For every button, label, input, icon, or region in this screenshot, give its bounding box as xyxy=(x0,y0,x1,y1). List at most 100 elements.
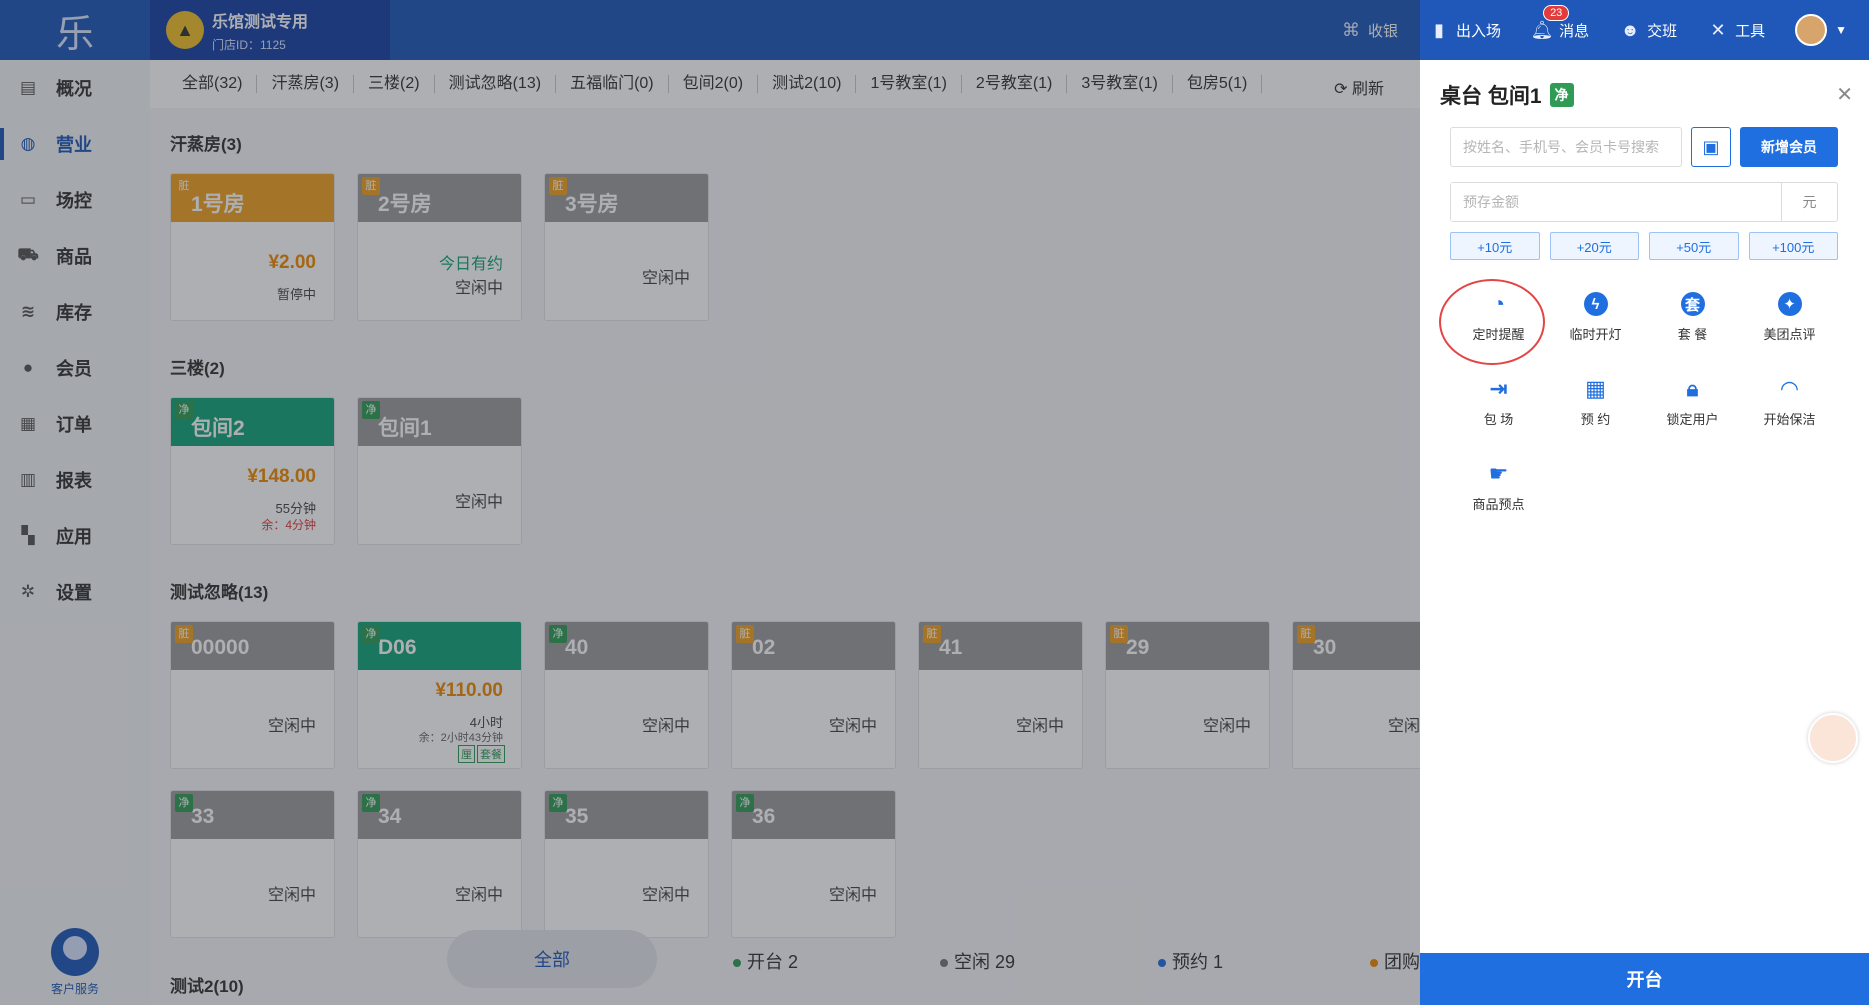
section-title: 测试忽略(13) xyxy=(170,583,269,602)
status-dot xyxy=(940,959,948,968)
panel-title: 桌台 包间1 净 xyxy=(1440,80,1574,110)
status-tag: 净 xyxy=(549,625,567,643)
table-card[interactable]: 净 36 空闲中 xyxy=(731,790,896,938)
tab-all[interactable]: 全部(32) xyxy=(168,75,258,93)
tab-room5[interactable]: 包房5(1) xyxy=(1173,75,1263,93)
table-card[interactable]: 脏 41 空闲中 xyxy=(918,621,1083,769)
table-status: 空闲中 xyxy=(1388,718,1420,735)
reservation-button[interactable]: ▦ 预 约 xyxy=(1547,375,1644,428)
temp-light-button[interactable]: ϟ 临时开灯 xyxy=(1547,290,1644,343)
assistant-avatar[interactable] xyxy=(1808,713,1858,763)
table-card[interactable]: 净 35 空闲中 xyxy=(544,790,709,938)
refresh-button[interactable]: ⟳ 刷新 xyxy=(1334,75,1384,99)
tools-button[interactable]: ✕ 工具 xyxy=(1707,19,1766,41)
status-tag: 净 xyxy=(736,794,754,812)
sidebar: ▤ 概况 ◍ 营业 ▭ 场控 ⛟ 商品 ≋ 库存 ● 会员 ▦ 订单 ▥ 报表 ▚ 应用 ✲ 设置 … xyxy=(0,60,150,1005)
sidebar-item-members[interactable]: ● 会员 xyxy=(0,340,150,396)
meituan-review-button[interactable]: ✦ 美团点评 xyxy=(1741,290,1838,343)
filter-open[interactable]: 开台 2 xyxy=(733,948,798,974)
start-cleaning-button[interactable]: ◠ 开始保洁 xyxy=(1741,375,1838,428)
tab-sauna[interactable]: 汗蒸房(3) xyxy=(257,75,355,93)
filter-idle[interactable]: 空闲 29 xyxy=(940,948,1015,974)
chevron-down-icon[interactable]: ▼ xyxy=(1835,23,1847,37)
table-name: 36 xyxy=(752,805,776,828)
table-card[interactable]: 净 D06 ¥110.00 4小时 余：2小时43分钟 厘 套餐 xyxy=(357,621,522,769)
customer-service-button[interactable]: 客户服务 xyxy=(30,928,120,997)
quick-amount-100[interactable]: +100元 xyxy=(1748,232,1838,260)
scan-card-button[interactable]: ▣ xyxy=(1691,127,1731,167)
table-status-summary: 全部 开台 2 空闲 29 预约 1 团购 xyxy=(447,930,1427,988)
table-card[interactable]: 脏 02 空闲中 xyxy=(731,621,896,769)
member-search-input[interactable] xyxy=(1450,127,1682,167)
table-name: 29 xyxy=(1126,636,1150,659)
table-card[interactable]: 脏 29 空闲中 xyxy=(1105,621,1270,769)
status-tag: 净 xyxy=(362,401,380,419)
tab-room2[interactable]: 包间2(0) xyxy=(669,75,759,93)
shift-handover-button[interactable]: ☻ 交班 xyxy=(1619,19,1678,41)
table-name: 2号房 xyxy=(378,193,432,216)
sidebar-item-orders[interactable]: ▦ 订单 xyxy=(0,396,150,452)
table-card[interactable]: 脏 1号房 ¥2.00 暂停中 xyxy=(170,173,335,321)
sidebar-item-reports[interactable]: ▥ 报表 xyxy=(0,452,150,508)
tab-classroom3[interactable]: 3号教室(1) xyxy=(1067,75,1173,93)
filter-group[interactable]: 团购 xyxy=(1370,948,1420,974)
amount-unit: 元 xyxy=(1781,183,1837,221)
lock-user-button[interactable]: 🔒︎ 锁定用户 xyxy=(1644,375,1741,428)
close-icon[interactable]: ✕ xyxy=(1836,82,1853,107)
table-card[interactable]: 净 33 空闲中 xyxy=(170,790,335,938)
tab-classroom2[interactable]: 2号教室(1) xyxy=(962,75,1068,93)
table-card[interactable]: 脏30 空闲中 xyxy=(1292,621,1420,769)
package-button[interactable]: 套套 餐 xyxy=(1644,290,1741,343)
card-reader-icon: ▣ xyxy=(1702,136,1720,157)
section-title: 三楼(2) xyxy=(170,359,225,378)
table-card[interactable]: 净 40 空闲中 xyxy=(544,621,709,769)
store-selector[interactable]: ▲ 乐馆测试专用 门店ID：1125 xyxy=(150,0,390,60)
door-icon: ▮ xyxy=(1434,19,1444,40)
status-tag: 净 xyxy=(175,794,193,812)
table-status: 空闲中 xyxy=(1202,718,1251,735)
open-table-button[interactable]: 开台 xyxy=(1420,953,1869,1005)
tab-test-ignore[interactable]: 测试忽略(13) xyxy=(435,75,557,93)
prepaid-amount-input[interactable] xyxy=(1451,183,1781,221)
new-member-button[interactable]: 新增会员 xyxy=(1740,127,1838,167)
product-preorder-button[interactable]: ☛ 商品预点 xyxy=(1450,460,1547,513)
table-card[interactable]: 净 34 空闲中 xyxy=(357,790,522,938)
status-dot xyxy=(1158,959,1166,968)
sidebar-item-settings[interactable]: ✲ 设置 xyxy=(0,564,150,620)
tab-test2[interactable]: 测试2(10) xyxy=(758,75,857,93)
sidebar-item-inventory[interactable]: ≋ 库存 xyxy=(0,284,150,340)
quick-amount-20[interactable]: +20元 xyxy=(1549,232,1639,260)
table-status: 空闲中 xyxy=(267,887,316,904)
quick-amount-50[interactable]: +50元 xyxy=(1649,232,1739,260)
order-icon: ▦ xyxy=(19,414,37,433)
filter-all-button[interactable]: 全部 xyxy=(447,930,657,988)
quick-amount-10[interactable]: +10元 xyxy=(1450,232,1540,260)
main-content: 全部(32) 汗蒸房(3) 三楼(2) 测试忽略(13) 五福临门(0) 包间2… xyxy=(150,60,1420,1005)
user-avatar[interactable] xyxy=(1795,14,1828,46)
sidebar-item-products[interactable]: ⛟ 商品 xyxy=(0,228,150,284)
bar-chart-icon: ▥ xyxy=(19,470,37,489)
messages-button[interactable]: 🔔︎ 23 消息 xyxy=(1531,5,1589,41)
tab-third-floor[interactable]: 三楼(2) xyxy=(354,75,435,93)
sidebar-item-apps[interactable]: ▚ 应用 xyxy=(0,508,150,564)
calendar-icon: ▦ xyxy=(1585,376,1606,401)
table-card[interactable]: 脏 3号房 空闲中 xyxy=(544,173,709,321)
table-card[interactable]: 净包间1 空闲中 xyxy=(357,397,522,545)
table-card[interactable]: 脏 2号房 今日有约 空闲中 xyxy=(357,173,522,321)
table-duration: 55分钟 xyxy=(275,501,316,516)
book-venue-button[interactable]: ⇥ 包 场 xyxy=(1450,375,1547,428)
entry-exit-button[interactable]: ▮ 出入场 xyxy=(1428,19,1501,41)
table-card[interactable]: 脏 00000 空闲中 xyxy=(170,621,335,769)
filter-reserved[interactable]: 预约 1 xyxy=(1158,948,1223,974)
table-status: 空闲中 xyxy=(828,718,877,735)
tab-wufu[interactable]: 五福临门(0) xyxy=(556,75,669,93)
sidebar-item-venue-control[interactable]: ▭ 场控 xyxy=(0,172,150,228)
tab-classroom1[interactable]: 1号教室(1) xyxy=(856,75,962,93)
lightning-icon: ϟ xyxy=(1583,292,1608,316)
table-card[interactable]: 净包间2 ¥148.00 55分钟 余：4分钟 xyxy=(170,397,335,545)
headset-icon xyxy=(51,928,99,976)
remaining-time: 余：2小时43分钟 xyxy=(418,732,503,744)
sidebar-item-business[interactable]: ◍ 营业 xyxy=(0,116,150,172)
sidebar-item-overview[interactable]: ▤ 概况 xyxy=(0,60,150,116)
cashier-button[interactable]: ⌘ 收银 xyxy=(1340,19,1398,41)
